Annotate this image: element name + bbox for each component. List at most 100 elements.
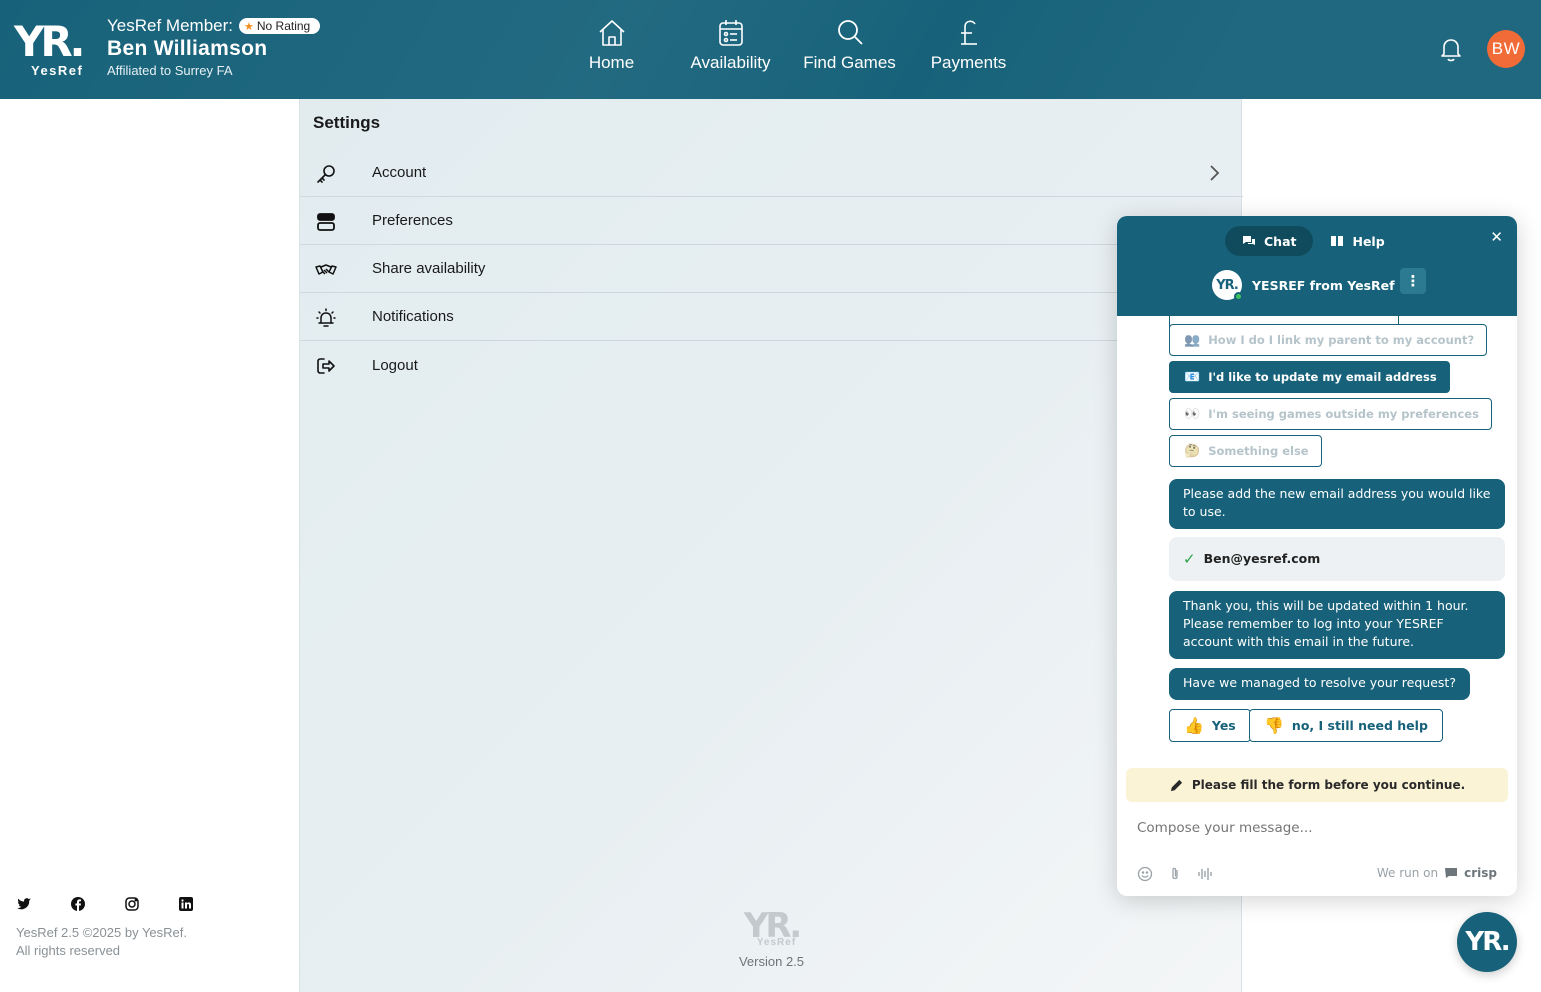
nav-find-games[interactable]: Find Games: [790, 17, 909, 73]
option-label: I'm seeing games outside my preferences: [1208, 407, 1479, 421]
chat-bubbles-icon: [1243, 236, 1255, 245]
yesref-logo[interactable]: YR. YesRef: [14, 20, 94, 80]
rating-badge-text: No Rating: [256, 19, 311, 33]
tab-chat[interactable]: Chat: [1225, 226, 1314, 256]
user-avatar[interactable]: BW: [1487, 30, 1525, 68]
agent-avatar: YR.: [1212, 270, 1243, 301]
checkmark-icon: ✓: [1183, 550, 1196, 568]
online-status-dot: [1234, 292, 1243, 301]
attachment-icon[interactable]: [1167, 866, 1183, 882]
conversation-area[interactable]: 👥 How I do I link my parent to my accoun…: [1117, 316, 1517, 756]
nav-availability-label: Availability: [690, 53, 771, 72]
crisp-brand: crisp: [1464, 866, 1497, 880]
member-label: YesRef Member:: [107, 16, 233, 35]
agent-avatar-text: YR.: [1216, 277, 1239, 293]
tab-help[interactable]: Help: [1313, 226, 1401, 256]
facebook-icon[interactable]: [70, 896, 86, 912]
settings-item-share-availability[interactable]: Share availability: [300, 245, 1243, 293]
version-text: Version 2.5: [738, 954, 805, 969]
main-nav: Home Availability Find Games Payments: [552, 17, 1028, 73]
still-need-help-button[interactable]: 👎 no, I still need help: [1249, 709, 1443, 742]
option-label: Something else: [1208, 444, 1309, 458]
eyes-emoji-icon: 👀: [1184, 406, 1201, 422]
form-warning-text: Please fill the form before you continue…: [1191, 778, 1466, 792]
option-label: I'd like to update my email address: [1208, 370, 1437, 384]
linkedin-icon[interactable]: [178, 896, 194, 912]
user-name: Ben Williamson: [107, 37, 268, 60]
chevron-right-icon: [1210, 165, 1220, 181]
affiliation: Affiliated to Surrey FA: [107, 63, 233, 78]
toggle-icon: [317, 213, 335, 231]
settings-item-account[interactable]: Account: [300, 149, 1243, 197]
chat-header: Chat Help ✕ YR. YESREF from YesRef ⋮: [1117, 216, 1517, 316]
more-options-icon[interactable]: ⋮: [1400, 268, 1426, 294]
tab-chat-label: Chat: [1264, 233, 1297, 249]
quick-reply-option-selected[interactable]: 📧 I'd like to update my email address: [1169, 361, 1450, 393]
close-icon[interactable]: ✕: [1490, 228, 1503, 246]
nav-availability[interactable]: Availability: [671, 17, 790, 73]
thumbs-up-icon: 👍: [1184, 716, 1204, 735]
copyright-line-1: YesRef 2.5 ©2025 by YesRef.: [16, 925, 187, 940]
chat-tabs: Chat Help: [1225, 226, 1402, 256]
nav-home-label: Home: [588, 53, 635, 72]
copyright-line-2: All rights reserved: [16, 943, 121, 958]
option-label: How I do I link my parent to my account?: [1208, 333, 1475, 347]
thumbs-down-icon: 👎: [1264, 716, 1284, 735]
settings-menu: Account Preferences Share availability N…: [300, 149, 1243, 389]
nav-home[interactable]: Home: [552, 17, 671, 73]
social-links: [16, 896, 194, 912]
still-need-help-label: no, I still need help: [1291, 718, 1428, 733]
user-email-message: ✓ Ben@yesref.com: [1169, 537, 1505, 581]
yes-button[interactable]: 👍 Yes: [1169, 709, 1251, 742]
tab-help-label: Help: [1352, 233, 1385, 249]
chat-widget: Chat Help ✕ YR. YESREF from YesRef ⋮ 👥 H…: [1117, 216, 1517, 896]
people-emoji-icon: 👥: [1184, 332, 1201, 348]
notifications-bell-icon[interactable]: [1437, 35, 1465, 63]
member-info: YesRef Member: ★ No Rating Ben Williamso…: [107, 16, 321, 78]
settings-item-label: Preferences: [372, 212, 453, 229]
star-icon: ★: [243, 20, 254, 33]
thinking-emoji-icon: 🤔: [1184, 443, 1201, 459]
nav-payments[interactable]: Payments: [909, 17, 1028, 73]
instagram-icon[interactable]: [124, 896, 140, 912]
operator-message: Please add the new email address you wou…: [1169, 479, 1505, 529]
logo-subtitle: YesRef: [31, 63, 84, 78]
voice-message-icon[interactable]: [1197, 866, 1213, 882]
quick-reply-option[interactable]: 👥 How I do I link my parent to my accoun…: [1169, 324, 1488, 356]
nav-payments-label: Payments: [930, 53, 1007, 72]
settings-panel: Settings Account Preferences Share avail…: [299, 99, 1243, 992]
footer-logo-subtitle: YesRef: [756, 937, 797, 948]
nav-find-games-label: Find Games: [803, 53, 896, 72]
top-navigation-bar: YR. YesRef YesRef Member: ★ No Rating Be…: [0, 0, 1541, 99]
powered-by-crisp[interactable]: We run on crisp: [1377, 866, 1497, 880]
operator-message: Have we managed to resolve your request?: [1169, 668, 1470, 700]
powered-by-text: We run on: [1376, 866, 1439, 880]
sidebar-footer: YesRef 2.5 ©2025 by YesRef. All rights r…: [16, 896, 194, 960]
page-title: Settings: [313, 113, 381, 132]
compose-input[interactable]: [1137, 820, 1497, 836]
form-warning: Please fill the form before you continue…: [1126, 768, 1508, 802]
version-footer: YR. YesRef Version 2.5: [300, 909, 1243, 969]
handshake-icon: [315, 264, 337, 275]
yes-button-label: Yes: [1211, 718, 1236, 733]
chat-launcher-button[interactable]: YR.: [1457, 912, 1517, 972]
operator-message: Thank you, this will be updated within 1…: [1169, 591, 1505, 659]
settings-item-preferences[interactable]: Preferences: [300, 197, 1243, 245]
settings-item-logout[interactable]: Logout: [300, 341, 1243, 389]
logo-mark: YR.: [14, 17, 86, 66]
agent-name: YESREF from YesRef: [1252, 277, 1395, 293]
settings-item-notifications[interactable]: Notifications: [300, 293, 1243, 341]
email-emoji-icon: 📧: [1184, 369, 1201, 385]
rating-badge: ★ No Rating: [238, 18, 321, 34]
settings-item-label: Notifications: [372, 308, 454, 325]
emoji-picker-icon[interactable]: [1137, 866, 1153, 882]
settings-item-label: Account: [372, 164, 427, 181]
calendar-icon: [718, 20, 743, 46]
twitter-icon[interactable]: [16, 896, 32, 912]
quick-reply-option[interactable]: 🤔 Something else: [1169, 435, 1322, 467]
key-icon: [317, 165, 335, 183]
search-icon: [837, 20, 863, 45]
quick-reply-option[interactable]: 👀 I'm seeing games outside my preference…: [1169, 398, 1492, 430]
logout-icon: [317, 358, 335, 374]
pound-icon: [960, 20, 977, 45]
